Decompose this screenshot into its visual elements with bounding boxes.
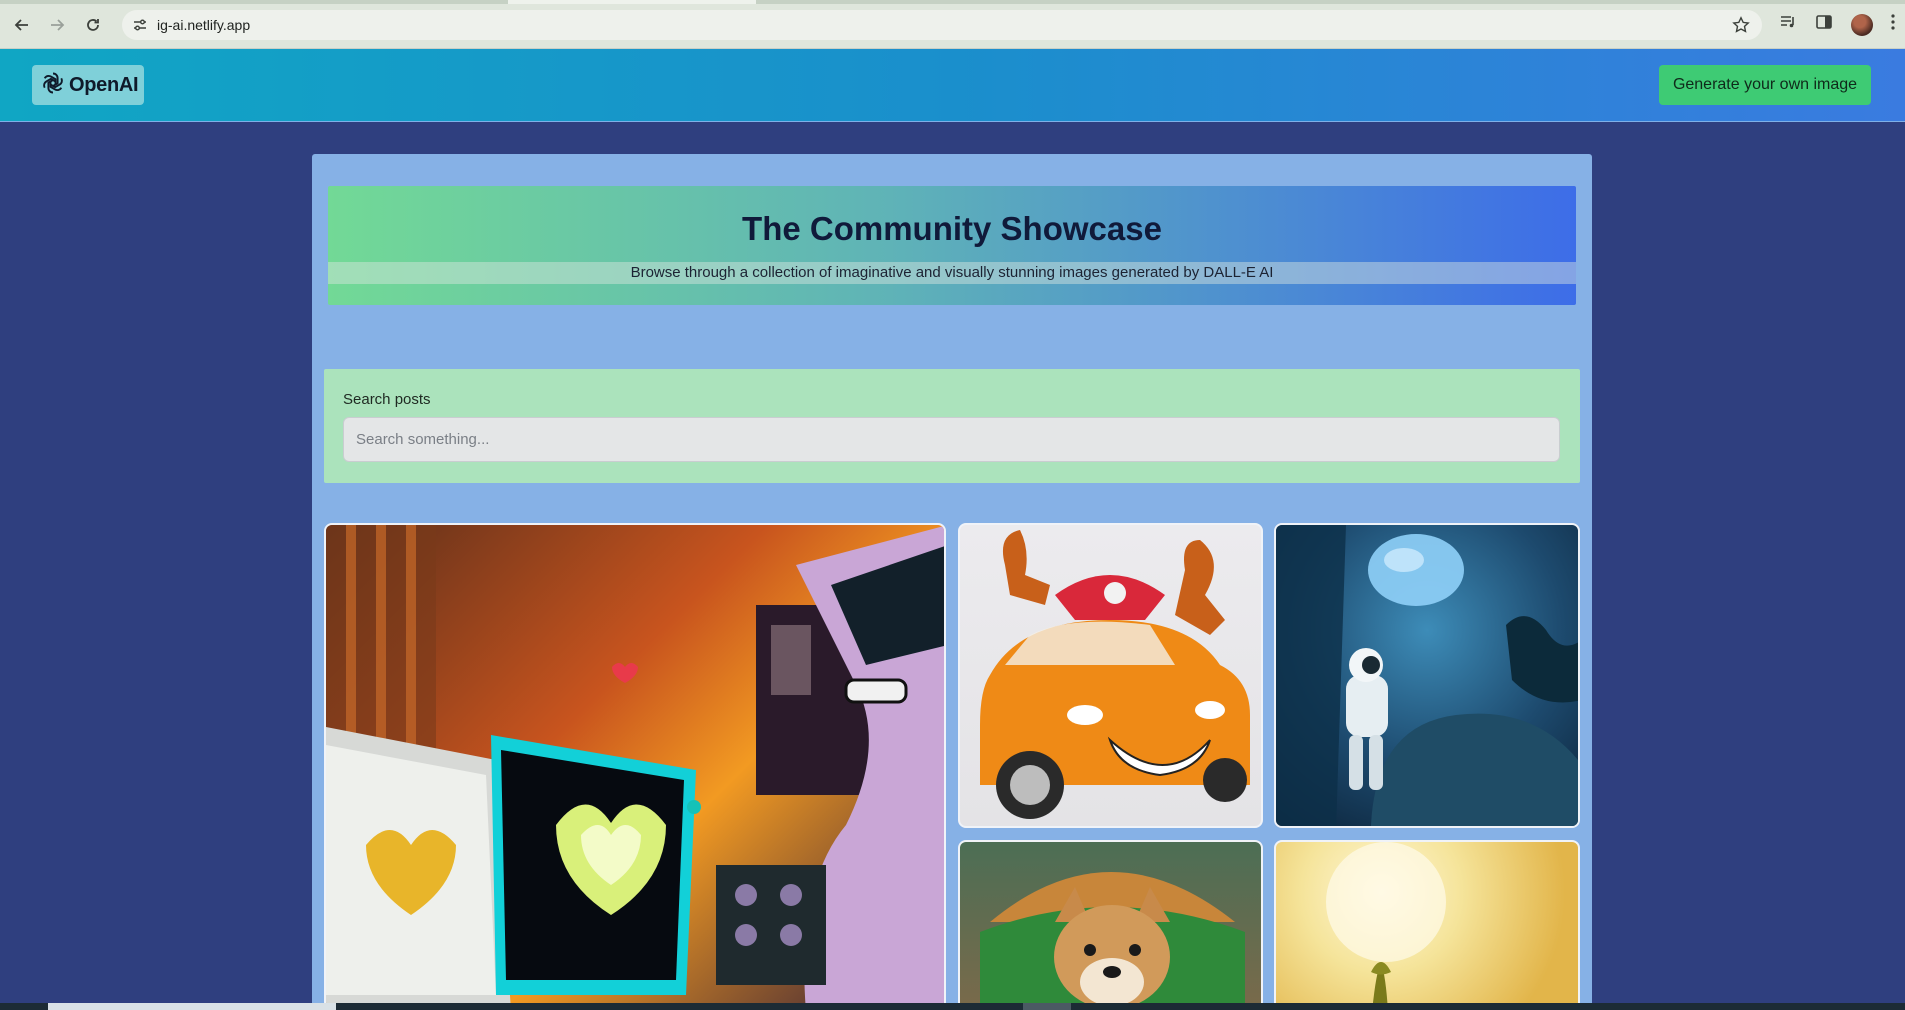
search-input[interactable] <box>343 417 1560 462</box>
url-text: ig-ai.netlify.app <box>157 17 251 33</box>
orange-car-illustration <box>980 530 1250 819</box>
gallery-card[interactable] <box>1274 523 1580 828</box>
back-icon[interactable] <box>9 12 35 38</box>
desk-hearts-illustration <box>326 525 944 1008</box>
gallery-card[interactable] <box>1274 840 1580 1010</box>
forward-icon[interactable] <box>44 12 70 38</box>
gallery-card[interactable] <box>324 523 946 1010</box>
address-bar[interactable]: ig-ai.netlify.app <box>122 10 1762 40</box>
profile-avatar[interactable] <box>1851 14 1873 36</box>
media-controls-icon[interactable] <box>1779 13 1797 36</box>
generate-image-button[interactable]: Generate your own image <box>1659 65 1871 105</box>
side-panel-icon[interactable] <box>1815 13 1833 36</box>
page-title: The Community Showcase <box>742 210 1162 247</box>
openai-logo-icon <box>40 70 66 101</box>
hero-banner: The Community Showcase Browse through a … <box>328 186 1576 305</box>
logo-link[interactable]: OpenAI <box>32 65 144 105</box>
tab-strip <box>0 0 1905 4</box>
search-label: Search posts <box>343 391 431 408</box>
taskbar-item[interactable] <box>1023 1003 1071 1010</box>
sunlit-meadow-illustration <box>1326 842 1446 1010</box>
search-section: Search posts <box>324 369 1580 483</box>
site-header: OpenAI Generate your own image <box>0 49 1905 122</box>
active-tab[interactable] <box>508 0 756 4</box>
shiba-burger-illustration <box>980 872 1245 1010</box>
gallery-card[interactable] <box>958 523 1263 828</box>
logo-text: OpenAI <box>69 73 139 96</box>
reload-icon[interactable] <box>80 12 106 38</box>
taskbar <box>0 1003 1905 1010</box>
taskbar-item[interactable] <box>48 1003 336 1010</box>
page-subtitle: Browse through a collection of imaginati… <box>630 264 1274 281</box>
astronaut-jellyfish-illustration <box>1276 525 1578 826</box>
browser-toolbar: ig-ai.netlify.app <box>0 0 1905 49</box>
main-panel: The Community Showcase Browse through a … <box>312 154 1592 1010</box>
browser-menu-icon[interactable] <box>1890 13 1896 36</box>
site-settings-icon[interactable] <box>133 18 147 37</box>
bookmark-star-icon[interactable] <box>1732 16 1750 39</box>
gallery-card[interactable] <box>958 840 1263 1010</box>
